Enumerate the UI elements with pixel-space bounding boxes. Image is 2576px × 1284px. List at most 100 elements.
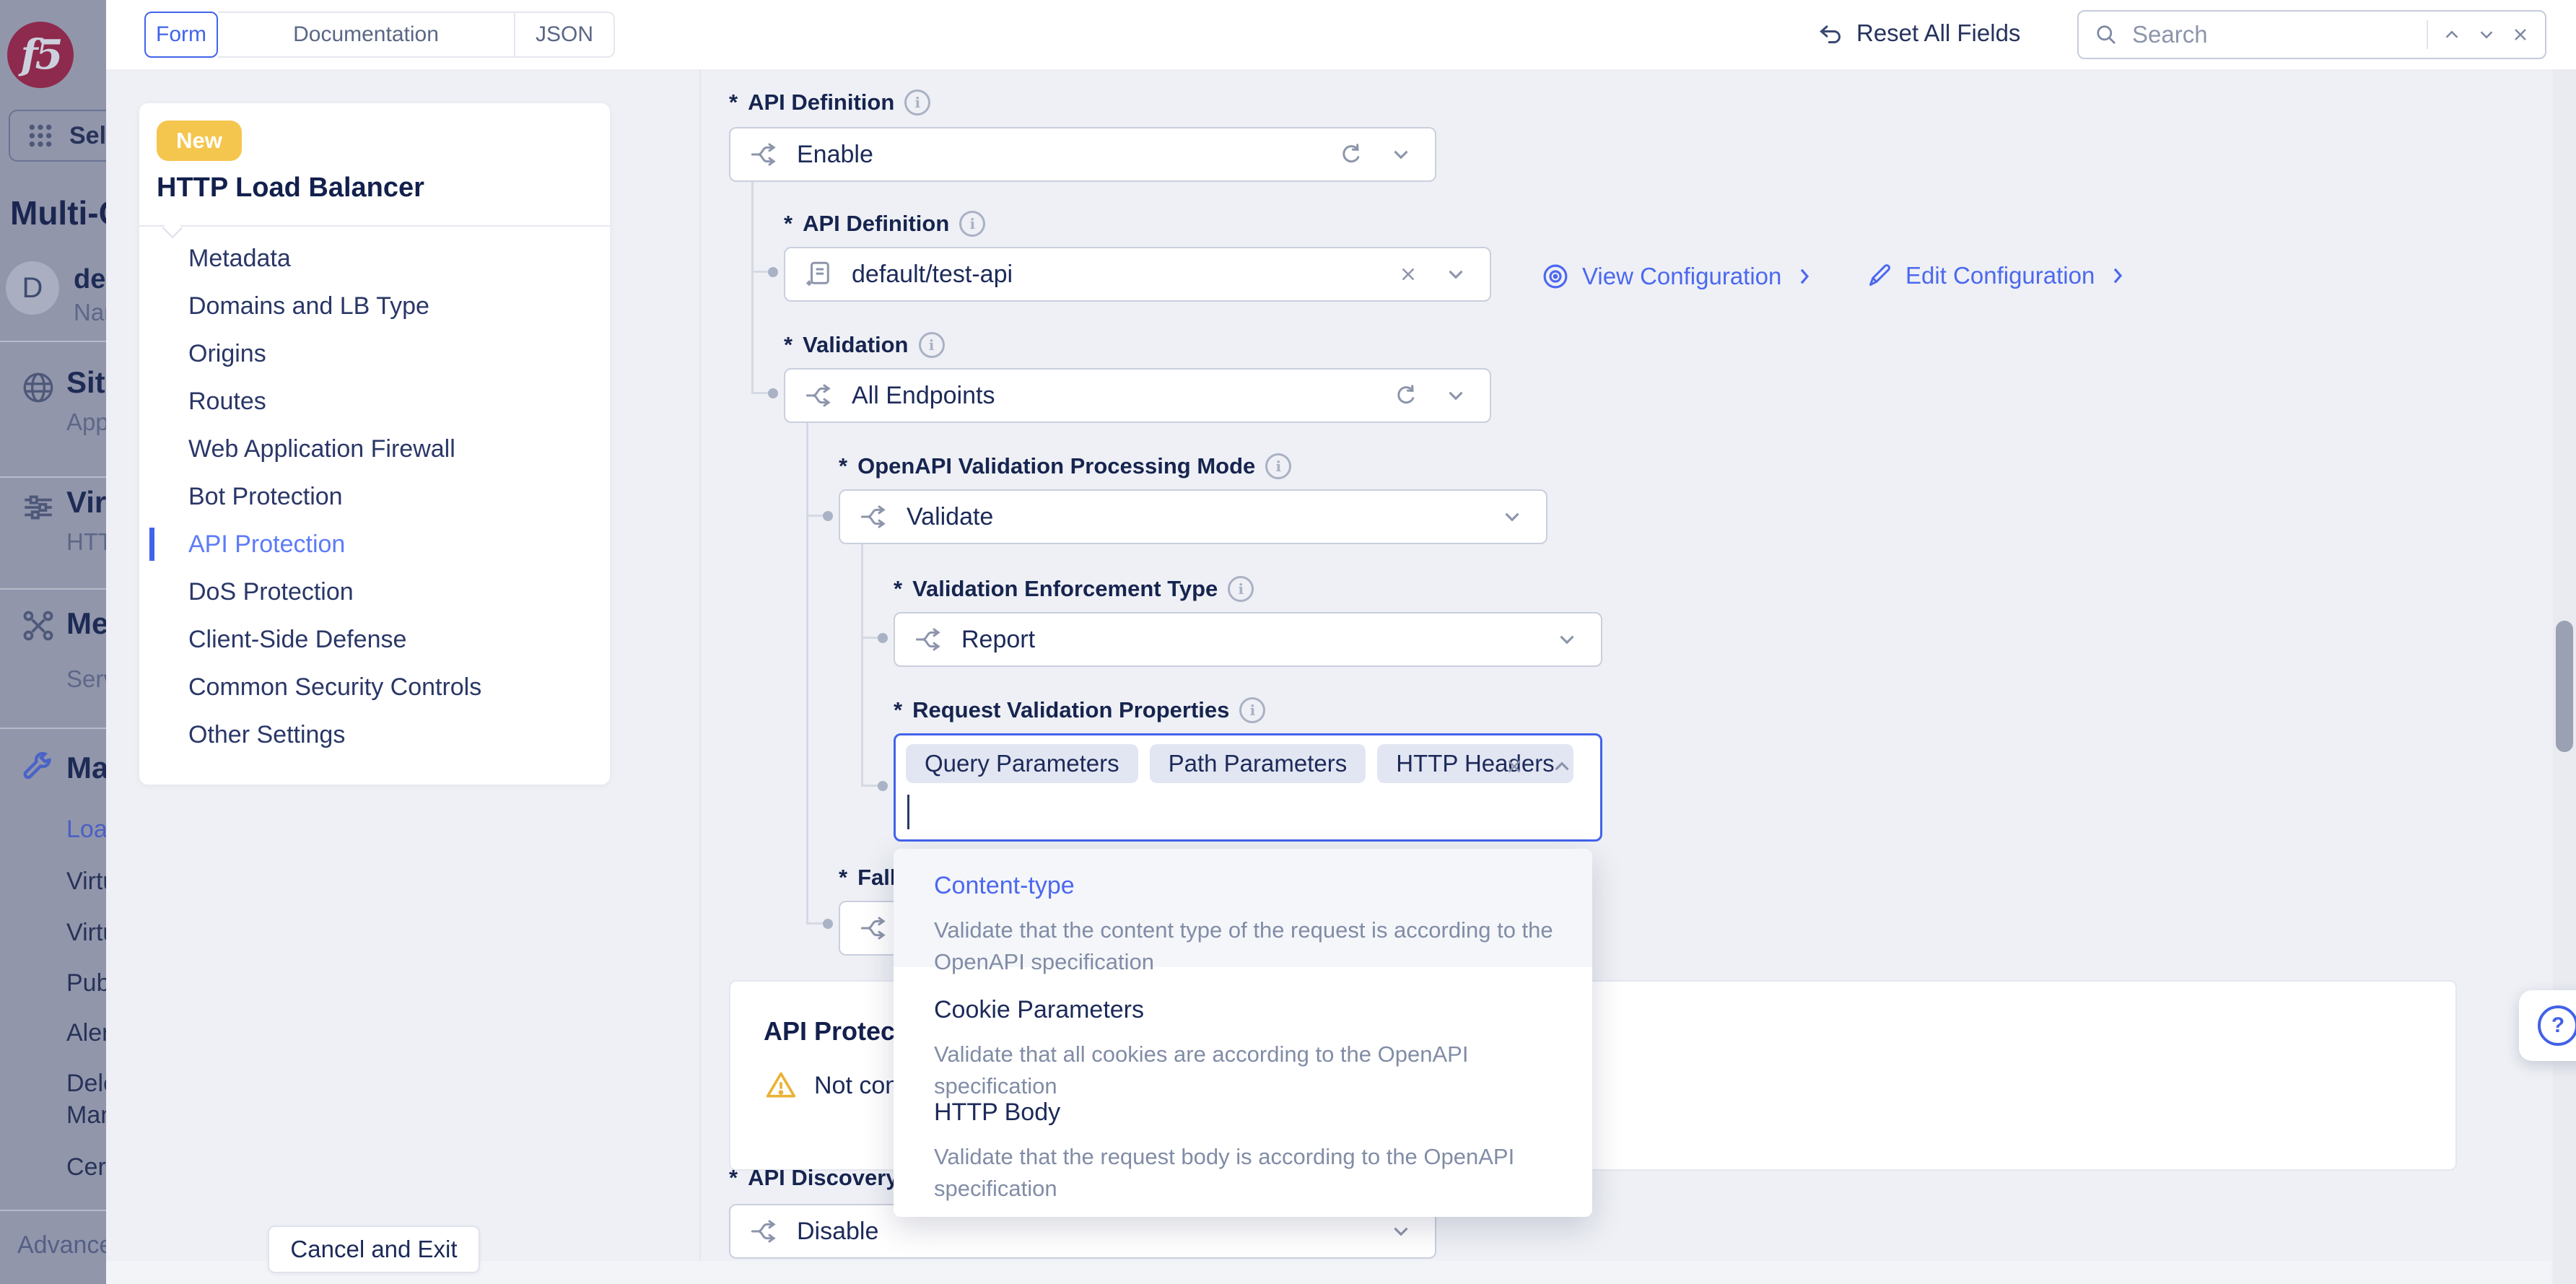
reset-all-fields-button[interactable]: Reset All Fields xyxy=(1816,19,2020,48)
warning-icon xyxy=(765,1070,797,1101)
sidebar-item-mesh[interactable]: Mes xyxy=(66,606,106,641)
sidebar-item-virtual-1[interactable]: Virtu xyxy=(66,868,106,896)
refresh-icon[interactable] xyxy=(1393,383,1419,409)
cancel-and-exit-button[interactable]: Cancel and Exit xyxy=(268,1226,480,1273)
edit-configuration-link[interactable]: Edit Configuration xyxy=(1865,261,2129,290)
menu-item-other-settings[interactable]: Other Settings xyxy=(139,711,610,759)
enforcement-type-select[interactable]: Report xyxy=(894,612,1602,667)
search-icon xyxy=(2093,22,2119,48)
select-service-button[interactable]: Sele xyxy=(9,110,106,162)
chevron-down-icon[interactable] xyxy=(1444,383,1468,408)
summary-warning: Not conf xyxy=(765,1070,906,1101)
connector-dot xyxy=(878,781,888,791)
tab-form[interactable]: Form xyxy=(144,12,218,58)
summary-warning-text: Not conf xyxy=(814,1072,906,1100)
menu-item-metadata[interactable]: Metadata xyxy=(139,235,610,282)
menu-item-common-security[interactable]: Common Security Controls xyxy=(139,663,610,711)
menu-divider xyxy=(139,225,610,227)
info-icon[interactable]: i xyxy=(1228,576,1254,602)
connector-dot xyxy=(768,267,778,277)
option-cookie-parameters[interactable]: Cookie Parameters Validate that all cook… xyxy=(894,973,1592,1070)
chevron-down-icon[interactable] xyxy=(1444,262,1468,287)
refresh-icon[interactable] xyxy=(1338,141,1364,167)
new-badge: New xyxy=(157,121,242,161)
sidebar-item-published[interactable]: Publi xyxy=(66,969,106,997)
sidebar-item-certificates[interactable]: Certi xyxy=(66,1153,106,1182)
sidebar-item-load-balancers[interactable]: Load xyxy=(66,816,106,844)
sidebar-item-virtual-sub: HTTP xyxy=(66,528,106,556)
menu-item-api-protection[interactable]: API Protection xyxy=(139,520,610,568)
api-definition-value: Enable xyxy=(797,141,873,169)
menu-item-routes[interactable]: Routes xyxy=(139,377,610,425)
chevron-down-icon[interactable] xyxy=(1500,505,1524,529)
sidebar-item-delegated-line2: Mana xyxy=(66,1101,106,1130)
sidebar-item-delegated[interactable]: Deleg xyxy=(66,1070,106,1098)
search-next-icon[interactable] xyxy=(2476,24,2497,45)
namespace-sub: Nam xyxy=(74,299,106,326)
api-definition-select[interactable]: Enable xyxy=(729,127,1436,182)
tag-query-parameters[interactable]: Query Parameters xyxy=(906,744,1138,783)
grid-icon xyxy=(26,121,55,150)
info-icon[interactable]: i xyxy=(919,332,945,358)
tab-documentation[interactable]: Documentation xyxy=(218,12,515,58)
advanced-toggle[interactable]: Advanced xyxy=(17,1231,106,1259)
info-icon[interactable]: i xyxy=(1239,697,1265,723)
clear-icon[interactable] xyxy=(1397,263,1419,285)
view-configuration-link[interactable]: View Configuration xyxy=(1540,261,1816,292)
menu-item-client-side-defense[interactable]: Client-Side Defense xyxy=(139,616,610,663)
sidebar-item-virtual-2[interactable]: Virtu xyxy=(66,919,106,947)
label-text: API Definition xyxy=(803,211,949,237)
api-definition-ref-select[interactable]: default/test-api xyxy=(784,247,1491,302)
info-icon[interactable]: i xyxy=(959,211,985,237)
sidebar-item-manage[interactable]: Man xyxy=(66,751,106,785)
search-input[interactable]: Search xyxy=(2077,10,2546,59)
branch-icon xyxy=(804,380,834,411)
object-type-title: HTTP Load Balancer xyxy=(157,172,424,204)
menu-item-domains[interactable]: Domains and LB Type xyxy=(139,282,610,330)
chevron-down-icon[interactable] xyxy=(1389,1219,1413,1244)
section-menu-card: New HTTP Load Balancer Metadata Domains … xyxy=(139,103,610,785)
view-configuration-label: View Configuration xyxy=(1582,263,1781,290)
menu-item-bot-protection[interactable]: Bot Protection xyxy=(139,473,610,520)
tab-json[interactable]: JSON xyxy=(515,12,615,58)
help-button[interactable]: ? xyxy=(2519,990,2576,1061)
namespace-avatar[interactable]: D xyxy=(6,261,59,315)
option-http-body[interactable]: HTTP Body Validate that the request body… xyxy=(894,1075,1592,1217)
chevron-right-icon xyxy=(1793,265,1816,288)
api-definition-label: API Definition i xyxy=(729,89,930,115)
reset-icon xyxy=(1816,19,1845,48)
validation-select[interactable]: All Endpoints xyxy=(784,368,1491,423)
chevron-up-icon[interactable] xyxy=(1550,754,1574,779)
info-icon[interactable]: i xyxy=(1265,453,1291,479)
sidebar-item-sites[interactable]: Sites xyxy=(66,365,106,400)
search-close-icon[interactable] xyxy=(2510,25,2531,45)
tag-path-parameters[interactable]: Path Parameters xyxy=(1150,744,1366,783)
label-text: API Discovery xyxy=(748,1165,899,1191)
search-prev-icon[interactable] xyxy=(2441,24,2463,45)
info-icon[interactable]: i xyxy=(904,89,930,115)
f5-logo[interactable]: f5 xyxy=(7,22,74,88)
sidebar-item-sites-sub: App S xyxy=(66,409,106,436)
content-divider xyxy=(699,69,701,1284)
text-cursor xyxy=(907,795,909,829)
sidebar-item-virtual[interactable]: Virtu xyxy=(66,485,106,520)
request-props-multiselect[interactable]: Query Parameters Path Parameters HTTP He… xyxy=(894,733,1602,842)
option-title: HTTP Body xyxy=(934,1099,1592,1127)
menu-item-dos-protection[interactable]: DoS Protection xyxy=(139,568,610,616)
menu-item-waf[interactable]: Web Application Firewall xyxy=(139,425,610,473)
left-nav-sidebar: f5 Sele Multi-C D def Nam Sites App S xyxy=(0,0,106,1284)
chevron-down-icon[interactable] xyxy=(1555,627,1579,652)
chevron-right-icon xyxy=(2106,264,2129,287)
menu-item-origins[interactable]: Origins xyxy=(139,330,610,377)
edit-configuration-label: Edit Configuration xyxy=(1905,262,2095,289)
option-content-type[interactable]: Content-type Validate that the content t… xyxy=(894,849,1592,967)
branch-icon xyxy=(859,913,889,943)
document-icon xyxy=(804,259,834,289)
processing-mode-select[interactable]: Validate xyxy=(839,489,1547,544)
connector-dot xyxy=(823,511,833,521)
chevron-down-icon[interactable] xyxy=(1389,142,1413,167)
section-menu: Metadata Domains and LB Type Origins Rou… xyxy=(139,235,610,759)
scrollbar-thumb[interactable] xyxy=(2556,621,2573,752)
clear-icon[interactable] xyxy=(1503,756,1525,777)
sidebar-item-alerts[interactable]: Alert xyxy=(66,1019,106,1047)
